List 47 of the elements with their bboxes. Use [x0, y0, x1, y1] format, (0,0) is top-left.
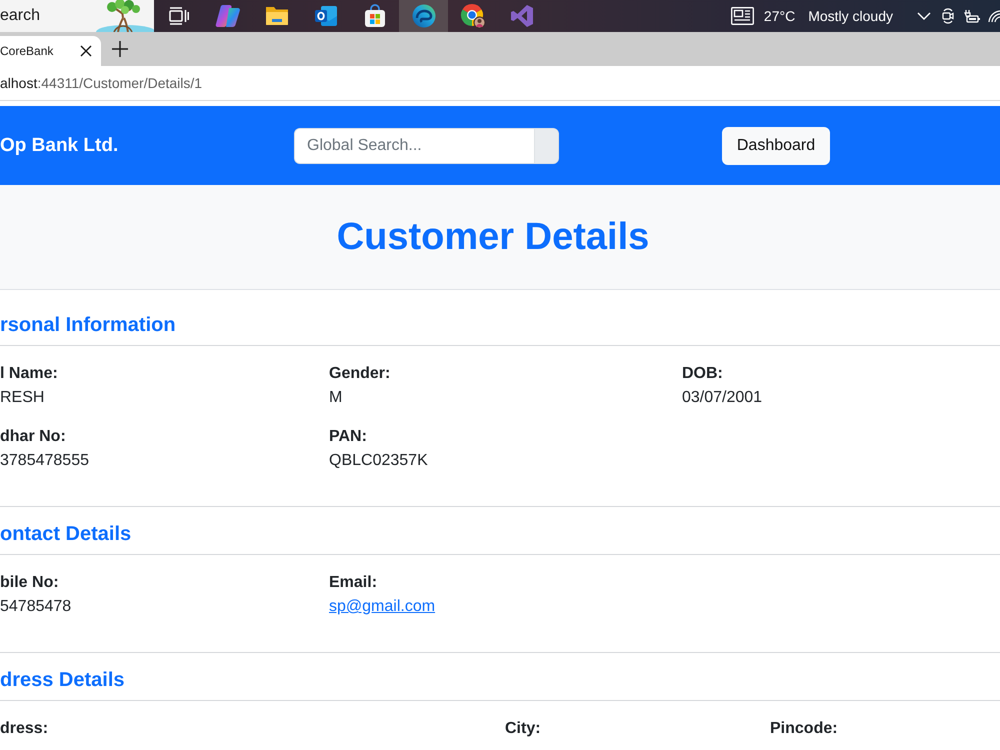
battery-icon: [964, 9, 980, 23]
plus-icon: [112, 41, 128, 57]
field-label: PAN:: [329, 427, 368, 447]
page-title: Customer Details: [336, 215, 650, 260]
field-label: dhar No:: [0, 427, 67, 447]
field-label: Pincode:: [770, 719, 839, 739]
close-icon: [80, 45, 92, 57]
field-value: M: [329, 388, 344, 408]
temperature-text: 27°C: [764, 7, 796, 26]
tricolor-circle-icon: [460, 3, 486, 29]
tree-drawing: [90, 0, 154, 32]
email-link[interactable]: sp@gmail.com: [329, 595, 436, 619]
field-value: QBLC02357K: [329, 451, 429, 471]
field-label: DOB:: [682, 364, 724, 384]
search-field[interactable]: earch: [0, 0, 90, 32]
swirl-browser-icon: [412, 4, 436, 28]
ribbon-logo-icon: [510, 4, 534, 28]
field-label: dress:: [0, 719, 50, 739]
field-label: l Name:: [0, 364, 59, 384]
field-label: City:: [505, 719, 542, 739]
search-button[interactable]: [534, 128, 559, 164]
section-title: ontact Details: [0, 522, 132, 546]
gradient-tiles-icon: [214, 4, 240, 28]
news-icon: [730, 7, 754, 25]
field-value: RESH: [0, 388, 46, 408]
section-title: dress Details: [0, 668, 126, 692]
brand-name: Op Bank Ltd.: [0, 134, 120, 156]
folder-icon: [264, 5, 288, 27]
field-value: 03/07/2001: [682, 388, 764, 408]
field-label: bile No:: [0, 573, 60, 593]
task-view-icon: [168, 7, 188, 25]
address-field[interactable]: alhost:44311/Customer/Details/1: [0, 74, 202, 92]
browser-tab[interactable]: CoreBank: [0, 36, 101, 66]
camera-icon: [942, 8, 954, 24]
global-search-field[interactable]: Global Search...: [294, 128, 534, 164]
field-label: Email:: [329, 573, 378, 593]
field-value: 54785478: [0, 597, 72, 617]
field-label: Gender:: [329, 364, 392, 384]
section-title: rsonal Information: [0, 313, 177, 337]
mail-app-icon: [314, 4, 338, 28]
shopping-bag-icon: [362, 4, 386, 28]
chevron-down-icon: [917, 12, 931, 20]
close-tab-button[interactable]: [80, 45, 92, 57]
dashboard-button[interactable]: Dashboard: [722, 126, 830, 164]
wifi-icon: [988, 9, 1000, 23]
field-value: 3785478555: [0, 451, 90, 471]
weather-condition-text: Mostly cloudy: [808, 7, 893, 26]
